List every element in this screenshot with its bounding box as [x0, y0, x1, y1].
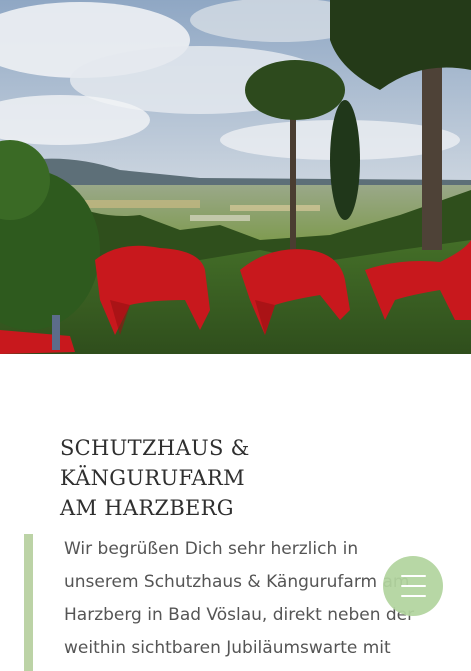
menu-icon	[401, 575, 426, 597]
page-title: SCHUTZHAUS & KÄNGURUFARM AM HARZBERG	[60, 433, 440, 523]
landscape-photo	[0, 0, 471, 354]
page-title-line-2: AM HARZBERG	[60, 496, 234, 520]
page-title-line-1: SCHUTZHAUS & KÄNGURUFARM	[60, 436, 250, 490]
hero-image	[0, 0, 471, 354]
menu-button[interactable]	[383, 556, 443, 616]
intro-line: weithin sichtbaren Jubiläumswarte mit	[64, 638, 391, 658]
